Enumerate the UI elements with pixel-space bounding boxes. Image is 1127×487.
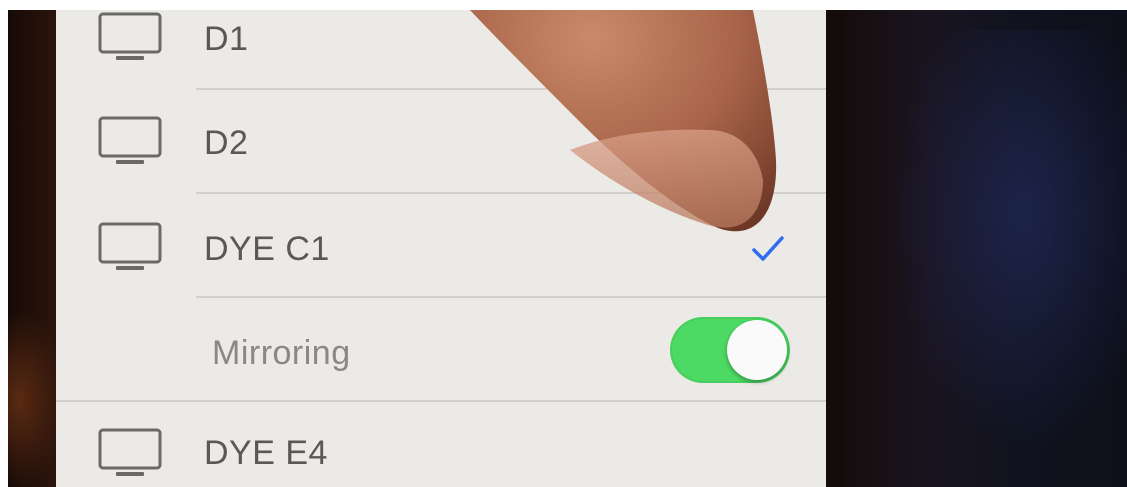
tv-icon bbox=[98, 222, 162, 270]
mirroring-row: Mirroring bbox=[56, 298, 826, 402]
checkmark-icon bbox=[752, 236, 784, 261]
device-label: DYE C1 bbox=[204, 230, 330, 268]
airplay-device-list: D1 D2 DYE C1 Mirroring DYE E4 bbox=[56, 10, 826, 487]
mirroring-toggle[interactable] bbox=[670, 317, 790, 383]
tv-icon bbox=[98, 116, 162, 164]
background-glow-right bbox=[868, 30, 1127, 487]
tv-icon bbox=[98, 428, 162, 476]
device-label: D1 bbox=[204, 20, 249, 58]
device-label: DYE E4 bbox=[204, 434, 328, 472]
tv-icon bbox=[98, 12, 162, 60]
photo-frame: D1 D2 DYE C1 Mirroring DYE E4 bbox=[8, 10, 1127, 487]
device-row-dye-c1[interactable]: DYE C1 bbox=[56, 194, 826, 298]
mirroring-label: Mirroring bbox=[212, 334, 351, 372]
device-row-d2[interactable]: D2 bbox=[56, 90, 826, 194]
device-row-dye-e4[interactable]: DYE E4 bbox=[56, 402, 826, 487]
toggle-knob bbox=[727, 320, 787, 380]
device-label: D2 bbox=[204, 124, 249, 162]
device-row-d1[interactable]: D1 bbox=[56, 10, 826, 90]
